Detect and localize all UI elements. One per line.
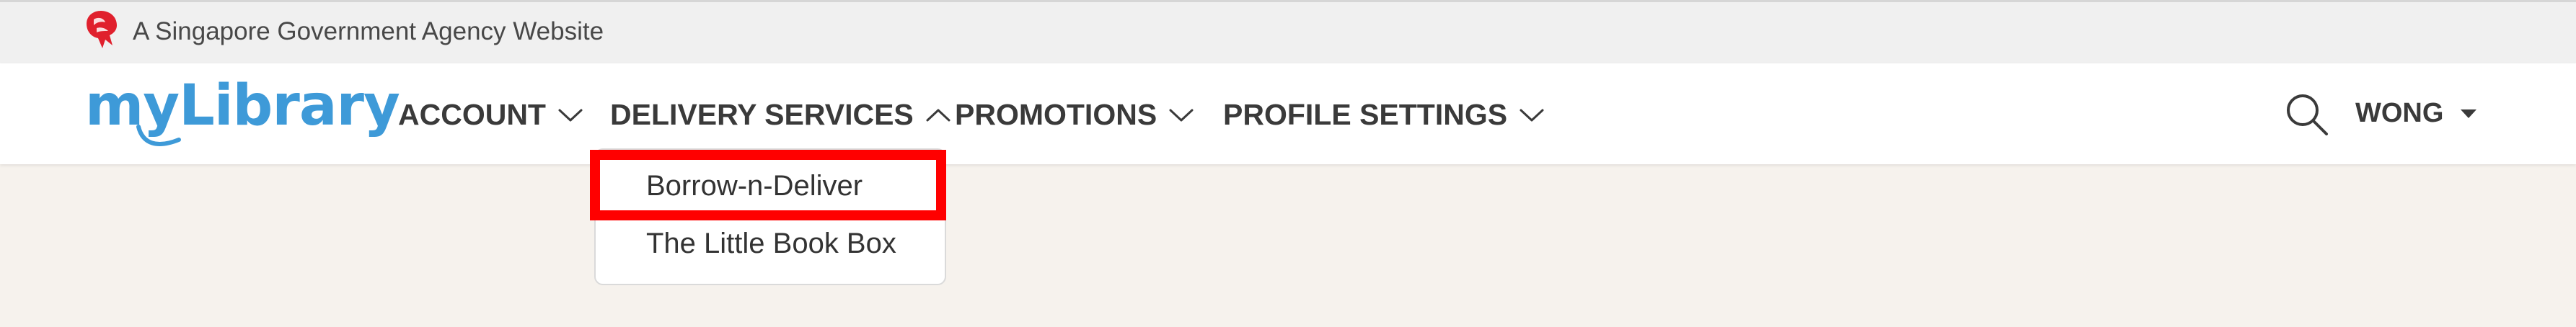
government-masthead: A Singapore Government Agency Website	[0, 0, 2576, 63]
chevron-down-icon	[558, 109, 583, 121]
chevron-up-icon	[926, 109, 950, 121]
nav-delivery-services-label: DELIVERY SERVICES	[610, 98, 914, 131]
user-name: WONG	[2355, 98, 2444, 128]
lion-head-icon	[87, 11, 117, 48]
chevron-down-icon	[1519, 109, 1544, 121]
user-menu[interactable]: WONG	[2355, 98, 2478, 129]
search-icon[interactable]	[2283, 91, 2331, 138]
chevron-down-icon	[1169, 109, 1194, 121]
nav-account[interactable]: ACCOUNT	[398, 98, 583, 132]
nav-profile-settings[interactable]: PROFILE SETTINGS	[1223, 98, 1545, 132]
nav-account-label: ACCOUNT	[398, 98, 546, 131]
caret-down-icon	[2461, 109, 2477, 118]
nav-delivery-services[interactable]: DELIVERY SERVICES	[610, 98, 951, 132]
nav-promotions-label: PROMOTIONS	[955, 98, 1157, 131]
delivery-services-dropdown: Borrow-n-Deliver The Little Book Box	[594, 148, 946, 285]
dropdown-item-borrow-n-deliver[interactable]: Borrow-n-Deliver	[646, 170, 863, 202]
logo-text: myLibrary	[85, 73, 400, 138]
nav-promotions[interactable]: PROMOTIONS	[955, 98, 1194, 132]
logo-flourish-icon	[136, 125, 181, 146]
main-navigation-bar: myLibrary ACCOUNT DELIVERY SERVICES PROM…	[0, 63, 2576, 164]
nav-profile-settings-label: PROFILE SETTINGS	[1223, 98, 1508, 131]
dropdown-item-little-book-box[interactable]: The Little Book Box	[646, 228, 896, 260]
mylibrary-logo[interactable]: myLibrary	[85, 73, 400, 146]
agency-website-text: A Singapore Government Agency Website	[133, 17, 604, 45]
